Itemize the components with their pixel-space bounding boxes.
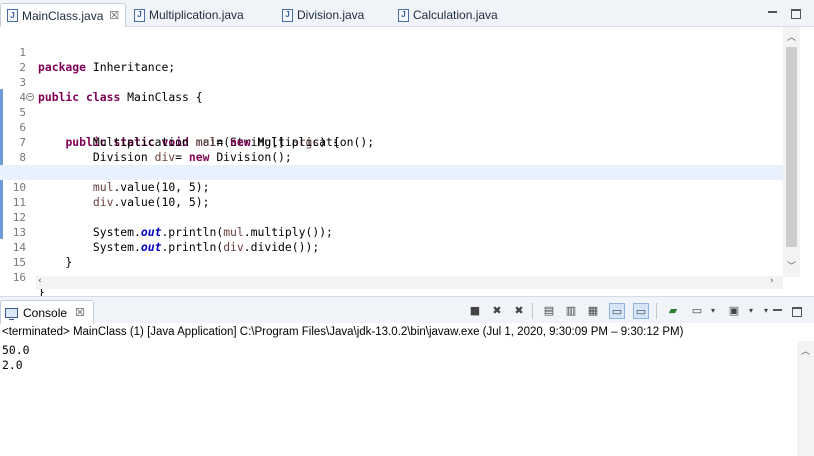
java-file-icon: J bbox=[134, 8, 145, 22]
pin-console-icon[interactable]: ▰ bbox=[665, 303, 681, 319]
maximize-icon[interactable] bbox=[792, 307, 802, 317]
tab-console[interactable]: Console ☒ bbox=[0, 300, 94, 324]
editor-tab-bar: J MainClass.java ☒ J Multiplication.java… bbox=[0, 0, 814, 27]
remove-all-terminated-icon[interactable]: ✖ bbox=[511, 303, 527, 319]
java-file-icon: J bbox=[398, 8, 409, 22]
console-view-header: Console ☒ ■ ✖ ✖ ▤ ▥ ▦ ▭ ▭ ▰ ▭ ▾ ▣ ▾ ▾ bbox=[0, 296, 814, 324]
word-wrap-icon[interactable]: ▦ bbox=[585, 303, 601, 319]
code-line[interactable]: 9 mul.value(10, 5); bbox=[0, 150, 783, 194]
tab-mainclass[interactable]: J MainClass.java ☒ bbox=[0, 3, 126, 27]
code-line[interactable]: 5 − public static void main(String[] arg… bbox=[0, 90, 783, 150]
remove-launch-icon[interactable]: ✖ bbox=[489, 303, 505, 319]
console-process-description: <terminated> MainClass (1) [Java Applica… bbox=[2, 326, 684, 338]
terminate-icon[interactable]: ■ bbox=[467, 303, 483, 319]
minimize-icon[interactable] bbox=[773, 304, 782, 311]
tab-calculation[interactable]: J Calculation.java bbox=[392, 3, 522, 27]
tab-label: Division.java bbox=[297, 8, 365, 22]
code-line[interactable]: 3 public class MainClass { bbox=[0, 60, 783, 104]
tab-division[interactable]: J Division.java bbox=[276, 3, 386, 27]
console-icon bbox=[5, 307, 18, 320]
code-line[interactable]: 16 } bbox=[0, 255, 783, 299]
code-line[interactable]: 8 bbox=[0, 135, 783, 164]
console-output-line: 2.0 bbox=[2, 358, 23, 372]
code-line[interactable]: 15 bbox=[0, 240, 783, 269]
line-number: 16 bbox=[12, 271, 26, 284]
display-console-dropdown-icon[interactable]: ▾ bbox=[705, 303, 721, 319]
show-on-stdout-icon[interactable]: ▭ bbox=[609, 303, 625, 319]
console-vertical-scrollbar[interactable]: ︿ bbox=[797, 341, 814, 456]
scroll-right-icon[interactable]: › bbox=[770, 276, 774, 286]
code-line[interactable]: 12 System.out.println(mul.multiply()); bbox=[0, 195, 783, 239]
code-line[interactable]: 11 bbox=[0, 180, 783, 209]
code-line[interactable]: 4 bbox=[0, 75, 783, 104]
maximize-icon[interactable] bbox=[791, 9, 801, 19]
scrollbar-thumb[interactable] bbox=[786, 47, 797, 247]
tab-multiplication[interactable]: J Multiplication.java bbox=[128, 3, 268, 27]
scroll-up-icon[interactable]: ︿ bbox=[801, 344, 810, 357]
editor-horizontal-scrollbar[interactable]: ‹ › bbox=[36, 276, 783, 289]
tab-label: MainClass.java bbox=[22, 8, 104, 23]
fold-collapse-icon[interactable]: − bbox=[26, 93, 34, 101]
code-editor[interactable]: 1 package Inheritance; 2 3 public class … bbox=[0, 27, 814, 299]
scroll-left-icon[interactable]: ‹ bbox=[38, 276, 42, 286]
tab-label: Multiplication.java bbox=[149, 8, 244, 22]
close-tab-icon[interactable]: ☒ bbox=[75, 306, 85, 319]
open-console-dropdown-icon[interactable]: ▾ bbox=[743, 303, 759, 319]
java-file-icon: J bbox=[7, 9, 18, 22]
minimize-icon[interactable] bbox=[768, 6, 777, 13]
scroll-down-icon[interactable]: ﹀ bbox=[787, 259, 796, 272]
code-line[interactable]: 6 Multiplication mul= new Multiplication… bbox=[0, 105, 783, 149]
java-file-icon: J bbox=[282, 8, 293, 22]
tab-label: Calculation.java bbox=[413, 8, 498, 22]
editor-vertical-scrollbar[interactable]: ︿ ﹀ bbox=[783, 27, 800, 277]
console-tab-label: Console bbox=[23, 305, 68, 320]
scroll-up-icon[interactable]: ︿ bbox=[787, 30, 796, 43]
code-line[interactable]: 14 } bbox=[0, 225, 783, 269]
code-line[interactable]: 2 bbox=[0, 45, 783, 74]
display-console-icon[interactable]: ▭ bbox=[689, 303, 705, 319]
close-tab-icon[interactable]: ☒ bbox=[109, 9, 119, 22]
code-line[interactable]: 7 Division div= new Division(); bbox=[0, 120, 783, 164]
current-code-line[interactable]: 10 div.value(10, 5); bbox=[0, 165, 783, 209]
scroll-lock-icon[interactable]: ▥ bbox=[563, 303, 579, 319]
code-line[interactable]: 13 System.out.println(div.divide()); bbox=[0, 210, 783, 254]
view-menu-icon[interactable]: ▾ bbox=[758, 303, 774, 319]
open-console-icon[interactable]: ▣ bbox=[726, 303, 742, 319]
console-output-line: 50.0 bbox=[2, 343, 30, 357]
code-line[interactable]: 1 package Inheritance; bbox=[0, 30, 783, 74]
show-on-stderr-icon[interactable]: ▭ bbox=[633, 303, 649, 319]
clear-console-icon[interactable]: ▤ bbox=[541, 303, 557, 319]
